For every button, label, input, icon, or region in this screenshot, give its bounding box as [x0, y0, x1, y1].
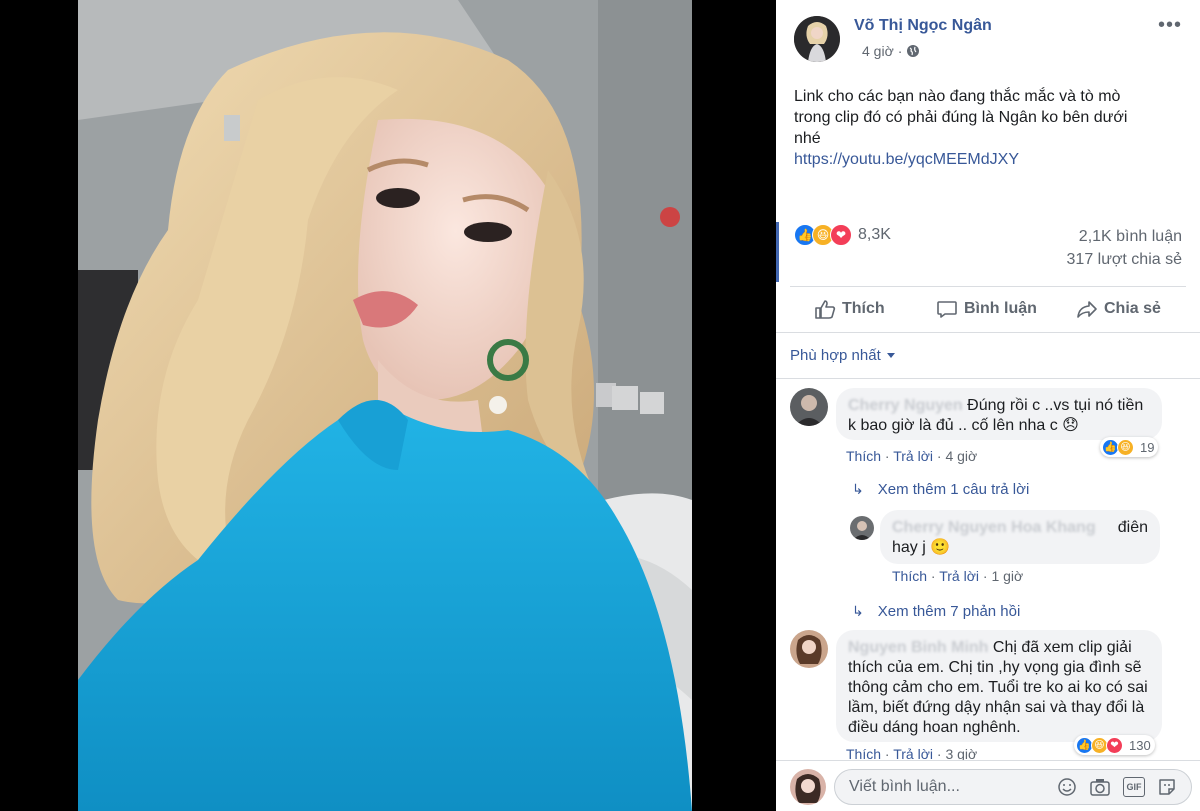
comment-reactions[interactable]: 👍 😆 19 [1100, 437, 1159, 457]
sticker-icon[interactable] [1157, 777, 1177, 802]
view-more-replies-label: Xem thêm 1 câu trả lời [877, 481, 1030, 498]
photo-viewer [0, 0, 776, 811]
comment-label: Bình luận [964, 300, 1037, 317]
reply-actions: Thích · Trả lời · 1 giờ [892, 568, 1024, 584]
commenter-avatar[interactable] [790, 388, 828, 426]
comment-sort-dropdown[interactable]: Phù hợp nhất [790, 347, 895, 364]
view-more-replies-label: Xem thêm 7 phản hồi [877, 603, 1021, 620]
comment-text: thích của em. Chị tin ,hy vọng gia đình … [848, 659, 1142, 676]
comment-text: lầm, biết đứng dậy nhận sai và thay đổi … [848, 699, 1145, 716]
comment-bubble: Cherry Nguyen Đúng rồi c ..vs tụi nó tiề… [836, 388, 1162, 440]
commenter-name[interactable]: Nguyen Binh Minh [848, 639, 988, 656]
comment-text: Đúng rồi c ..vs tụi nó tiền [967, 397, 1144, 414]
comment-reaction-count: 130 [1129, 737, 1151, 753]
camera-icon[interactable] [1089, 777, 1111, 802]
divider [790, 286, 1186, 287]
reply-arrow-icon: ↳ [852, 603, 864, 619]
comment-like-link[interactable]: Thích [846, 448, 881, 464]
like-label: Thích [842, 300, 885, 317]
comment-bubble: Nguyen Binh Minh Chị đã xem clip giải th… [836, 630, 1162, 742]
comment-input[interactable]: Viết bình luận... GIF [834, 769, 1192, 805]
love-icon: ❤ [830, 224, 852, 246]
post-text-line: trong clip đó có phải đúng là Ngân ko bê… [794, 109, 1128, 126]
post-meta: 4 giờ · [862, 43, 920, 59]
comment-button[interactable]: Bình luận [936, 288, 1037, 330]
thumbs-up-icon [814, 298, 836, 320]
comment-text: thông cảm cho em. Tuổi tre ko ai ko có s… [848, 679, 1148, 696]
share-button[interactable]: Chia sẻ [1076, 288, 1161, 330]
author-avatar-image [794, 16, 840, 62]
author-name[interactable]: Võ Thị Ngọc Ngân [854, 17, 992, 35]
comment-composer: Viết bình luận... GIF [776, 760, 1200, 811]
reply-avatar[interactable] [850, 516, 874, 540]
photo-illustration [78, 0, 692, 811]
view-more-replies[interactable]: ↳ Xem thêm 7 phản hồi [852, 603, 1020, 620]
comment-actions: Thích · Trả lời · 4 giờ [846, 448, 978, 464]
view-more-replies[interactable]: ↳ Xem thêm 1 câu trả lời [852, 481, 1029, 498]
comment-reply-link[interactable]: Trả lời [893, 448, 933, 464]
gif-icon[interactable]: GIF [1123, 777, 1145, 797]
globe-icon [906, 44, 920, 58]
love-icon: ❤ [1106, 736, 1123, 754]
reply-bubble: Cherry Nguyen Hoa Khang điên hay j 🙂 [880, 510, 1160, 564]
comment-time[interactable]: 4 giờ [945, 448, 977, 464]
reply-like-link[interactable]: Thích [892, 568, 927, 584]
author-avatar[interactable] [794, 16, 840, 62]
post-text: Link cho các bạn nào đang thắc mắc và tò… [794, 86, 1189, 170]
reply-reply-link[interactable]: Trả lời [939, 568, 979, 584]
gif-label: GIF [1126, 782, 1142, 792]
reply-time[interactable]: 1 giờ [991, 568, 1023, 584]
comment-input-placeholder: Viết bình luận... [849, 778, 960, 795]
focus-indicator [776, 222, 779, 282]
post-photo[interactable] [78, 0, 692, 811]
current-user-avatar[interactable] [790, 769, 826, 805]
post-text-line: nhé [794, 130, 821, 147]
comment-reaction-count: 19 [1140, 439, 1155, 455]
comment-text: Chị đã xem clip giải [992, 639, 1132, 656]
commenter-avatar[interactable] [790, 630, 828, 668]
like-button[interactable]: Thích [814, 288, 885, 330]
emoji-icon[interactable] [1057, 777, 1077, 802]
comment-reactions[interactable]: 👍 😆 ❤ 130 [1074, 735, 1155, 755]
post-text-line: Link cho các bạn nào đang thắc mắc và tò… [794, 88, 1121, 105]
comment-text: k bao giờ là đủ .. cố lên nha c 😞 [848, 417, 1079, 434]
post-sidebar: Võ Thị Ngọc Ngân 4 giờ · ••• Link cho cá… [776, 0, 1200, 811]
share-count[interactable]: 317 lượt chia sẻ [1067, 251, 1182, 269]
share-label: Chia sẻ [1104, 300, 1161, 317]
divider [776, 378, 1200, 379]
reply-author-name[interactable]: Cherry Nguyen Hoa Khang [892, 518, 1096, 538]
reaction-count: 8,3K [858, 226, 891, 243]
commenter-name[interactable]: Cherry Nguyen [848, 397, 963, 414]
caret-down-icon [886, 353, 895, 358]
post-link[interactable]: https://youtu.be/yqcMEEMdJXY [794, 149, 1189, 170]
divider [776, 332, 1200, 333]
comment-icon [936, 298, 958, 320]
meta-separator: · [897, 43, 903, 59]
reply-text: hay j 🙂 [892, 539, 951, 556]
share-icon [1076, 298, 1098, 320]
haha-icon: 😆 [1117, 438, 1134, 456]
sort-label: Phù hợp nhất [790, 347, 881, 364]
comment-count[interactable]: 2,1K bình luận [1079, 228, 1182, 246]
reply-text: điên [1117, 519, 1148, 536]
more-options-icon[interactable]: ••• [1158, 14, 1182, 37]
reply-arrow-icon: ↳ [852, 481, 864, 497]
reaction-summary[interactable]: 👍 😆 ❤ 8,3K [794, 224, 891, 246]
post-time[interactable]: 4 giờ [862, 43, 894, 59]
